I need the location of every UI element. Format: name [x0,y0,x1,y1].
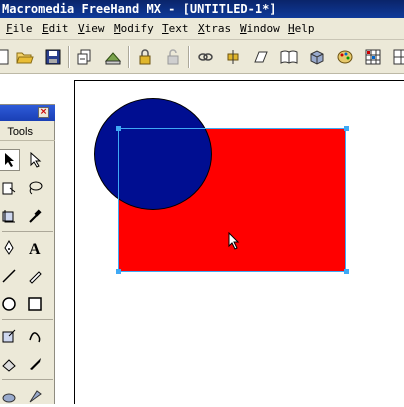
tools-separator [2,319,53,320]
pen-tool-icon[interactable] [0,237,20,259]
lock-icon[interactable] [136,48,154,66]
tools-panel: × Tools A [0,104,55,404]
subselect-tool-icon[interactable] [24,149,46,171]
library-book-icon[interactable] [280,48,298,66]
selection-handle-bottom-right[interactable] [344,269,349,274]
mouse-pointer-icon [228,231,240,254]
menu-bar: File Edit View Modify Text Xtras Window … [0,18,404,40]
save-disk-icon[interactable] [44,48,62,66]
eyedropper-tool-icon[interactable] [24,205,46,227]
eraser-tool-icon[interactable] [0,353,20,375]
page-tool-icon[interactable] [0,177,20,199]
menu-modify[interactable]: Modify [114,22,154,35]
selection-handle-bottom-left[interactable] [116,269,121,274]
menu-file[interactable]: File [6,22,33,35]
unlock-icon[interactable] [164,48,182,66]
pencil-tool-icon[interactable] [24,265,46,287]
export-icon[interactable] [104,48,122,66]
crop-tool-icon[interactable] [0,205,20,227]
menu-text[interactable]: Text [162,22,189,35]
swatches-grid-icon[interactable] [364,48,382,66]
link-icon[interactable] [196,48,214,66]
menu-xtras[interactable]: Xtras [198,22,231,35]
tools-separator [2,379,53,380]
tools-separator [2,231,53,232]
open-folder-icon[interactable] [16,48,34,66]
ellipse-tool-icon[interactable] [0,293,20,315]
toolbar-separator [188,46,190,68]
main-toolbar [0,40,404,74]
freeform-tool-icon[interactable] [24,325,46,347]
scale-tool-icon[interactable] [0,325,20,347]
menu-help[interactable]: Help [288,22,315,35]
window-title-bar: Macromedia FreeHand MX - [UNTITLED-1*] [0,0,404,18]
knife-tool-icon[interactable] [24,353,46,375]
svg-text:A: A [29,241,41,256]
import-icon[interactable] [76,48,94,66]
close-icon[interactable]: × [38,107,49,118]
window-title: Macromedia FreeHand MX - [UNTITLED-1*] [2,2,277,16]
selection-handle-top-left[interactable] [116,126,121,131]
line-tool-icon[interactable] [0,265,20,287]
color-palette-icon[interactable] [336,48,354,66]
grid-icon[interactable] [392,48,404,66]
transform-icon[interactable] [252,48,270,66]
menu-edit[interactable]: Edit [42,22,69,35]
text-tool-icon[interactable]: A [24,237,46,259]
3d-box-icon[interactable] [308,48,326,66]
menu-view[interactable]: View [78,22,105,35]
lasso-tool-icon[interactable] [24,177,46,199]
menu-window[interactable]: Window [240,22,280,35]
toolbar-separator [128,46,130,68]
tools-panel-title: Tools [0,123,55,141]
pointer-tool-icon[interactable] [0,149,20,171]
selection-handle-top-right[interactable] [344,126,349,131]
toolbar-separator [68,46,70,68]
rectangle-tool-icon[interactable] [24,293,46,315]
new-document-icon[interactable] [0,48,12,66]
align-icon[interactable] [224,48,242,66]
